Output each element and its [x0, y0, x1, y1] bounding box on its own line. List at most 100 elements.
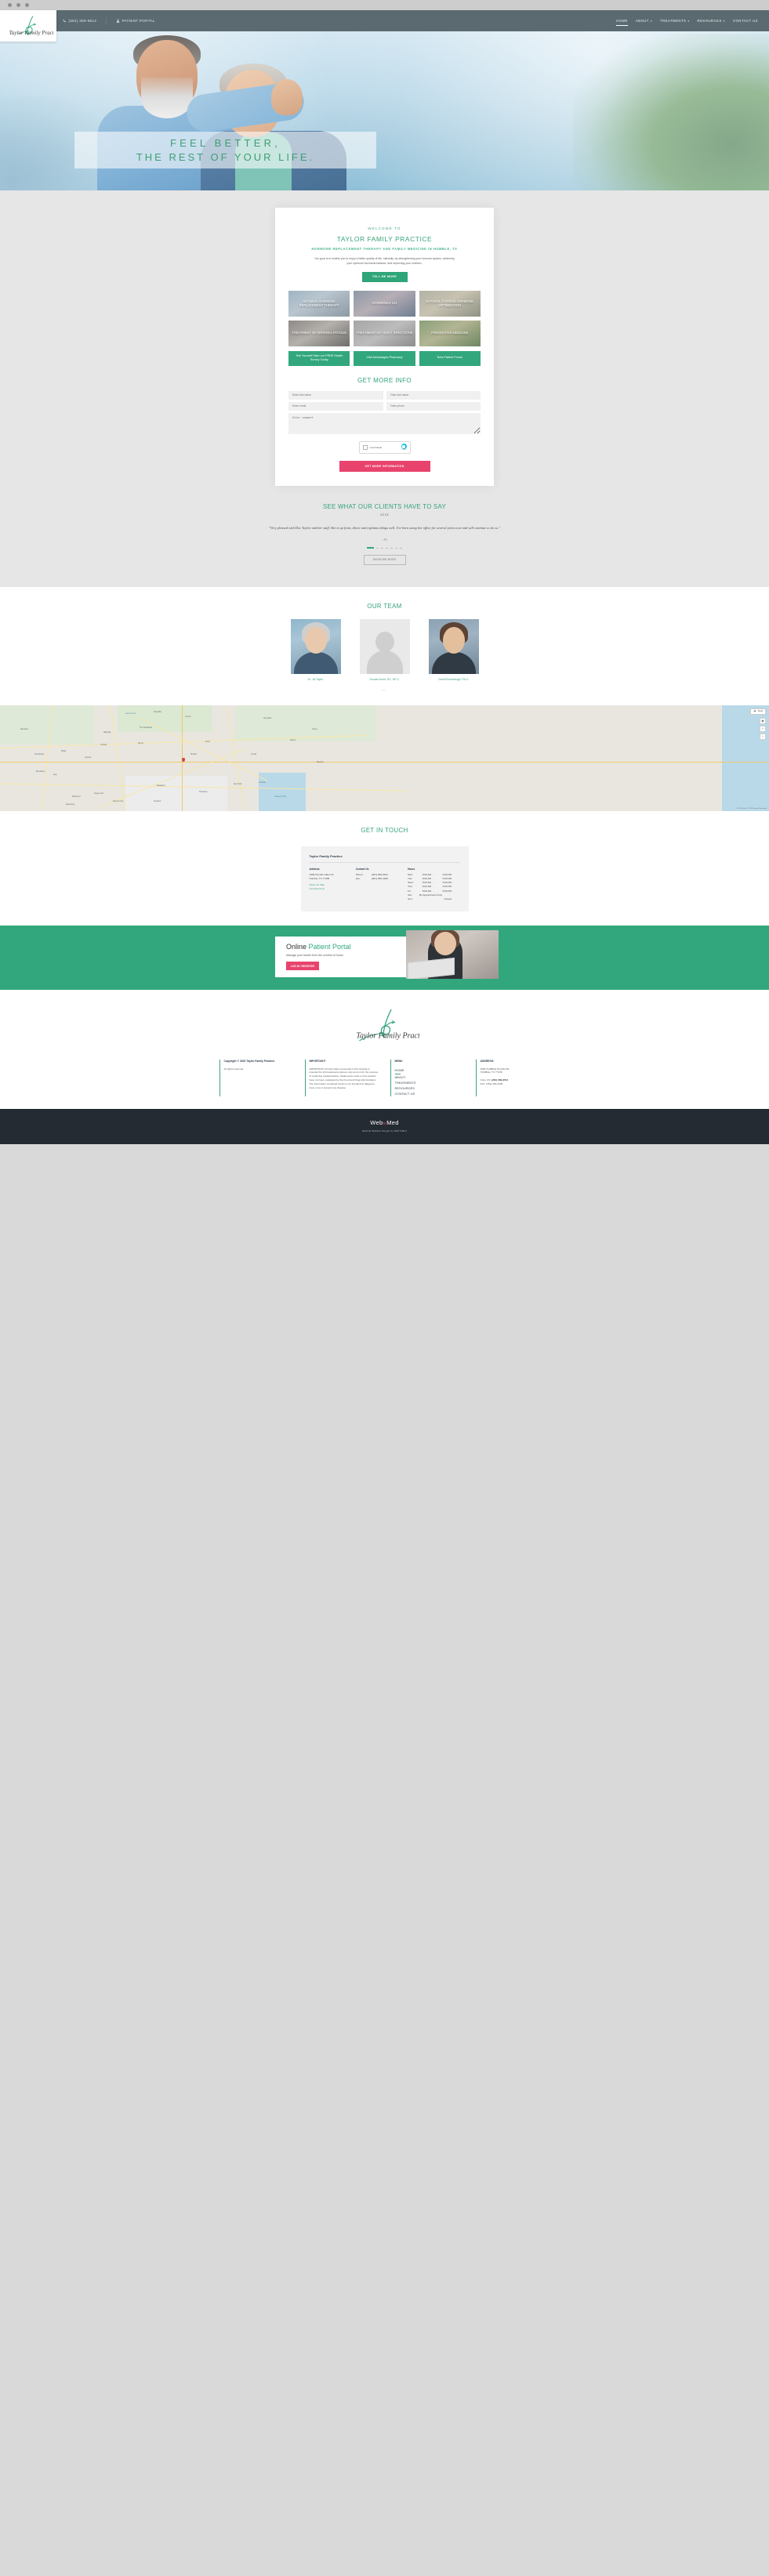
map-label: Hempstead	[34, 753, 44, 755]
window-close-dot[interactable]	[8, 3, 12, 7]
footer-call-label: CALL US:	[480, 1078, 492, 1082]
get-more-information-button[interactable]: GET MORE INFORMATION	[339, 460, 430, 472]
map-locate-button[interactable]: ◉	[760, 717, 766, 724]
captcha-label: I am human	[369, 445, 383, 449]
service-tile-yeast[interactable]: TREATMENT OF YEAST INFECTIONS	[354, 320, 415, 346]
team-member-name[interactable]: Dr. Jill Taylor	[291, 678, 341, 681]
tell-me-more-button[interactable]: TELL ME MORE	[361, 272, 408, 282]
service-tile-label: TREATMENT OF ADRENAL FATIGUE	[292, 331, 347, 335]
welcome-eyebrow: WELCOME TO	[368, 226, 401, 230]
service-tile-thyroid[interactable]: NATURAL THYROID HORMONE OPTIMIZATION	[419, 290, 481, 317]
show-me-more-button[interactable]: SHOW ME MORE	[363, 554, 406, 565]
map-label: Humble	[190, 753, 197, 755]
footer-link-contact-us[interactable]: CONTACT US	[395, 1091, 465, 1096]
team-member-name[interactable]: David Brumbaugh, PA-C	[429, 678, 479, 681]
hcaptcha-widget[interactable]: I am human hCaptcha	[358, 440, 411, 454]
service-tile-label: NATURAL HORMONE REPLACEMENT THERAPY	[299, 299, 339, 308]
team-pagination[interactable]: —	[0, 687, 769, 691]
map-label: Pearland	[154, 800, 161, 803]
nav-item-contact-us[interactable]: CONTACT US	[733, 16, 758, 25]
pagination-dot[interactable]	[376, 547, 379, 549]
map-label: Conroe	[185, 716, 191, 718]
header-divider	[106, 16, 107, 25]
map-label: Cleveland	[263, 717, 272, 719]
hours-column: Hours Mon: 8:00 AM -5:00 PM Tue: 8:00 AM -5:…	[408, 868, 459, 901]
map-label: Dayton	[290, 739, 296, 741]
pagination-dot[interactable]	[381, 547, 383, 549]
last-name-input[interactable]	[386, 390, 481, 400]
map-highway	[0, 761, 769, 763]
avatar	[290, 618, 341, 674]
nav-label-treatments: TREATMENTS	[660, 19, 687, 23]
hero-trees-decoration	[573, 34, 769, 190]
header-patient-portal-link[interactable]: PATIENT PORTAL	[116, 19, 155, 23]
browser-titlebar	[0, 0, 769, 10]
portal-title-accent: Patient Portal	[308, 942, 351, 951]
bottom-bar: WebtoMed Medical Website Design by WebTo…	[0, 1108, 769, 1144]
chevron-down-icon: ▾	[650, 19, 653, 23]
header-phone-text: (281) 369-9514	[68, 19, 97, 23]
captcha-checkbox[interactable]	[362, 444, 368, 450]
comment-textarea[interactable]	[288, 412, 481, 434]
nav-item-about[interactable]: ABOUT ▾	[636, 16, 652, 25]
phone-input[interactable]	[386, 401, 481, 411]
team-member-card[interactable]: Dr. Jill Taylor	[290, 618, 341, 681]
pagination-dot[interactable]	[386, 547, 388, 549]
window-minimize-dot[interactable]	[16, 3, 20, 7]
footer-fax-value: (281) 359-4208	[486, 1082, 503, 1086]
service-tile-adrenal[interactable]: TREATMENT OF ADRENAL FATIGUE	[288, 320, 350, 346]
pagination-dot[interactable]	[400, 547, 402, 549]
service-tile-hormones-101[interactable]: HORMONES 101	[354, 290, 415, 317]
footer-link-home[interactable]: HOME	[395, 1067, 465, 1074]
first-name-input[interactable]	[288, 390, 383, 400]
portal-login-register-button[interactable]: LOG IN / REGISTER	[286, 962, 319, 971]
get-directions-link[interactable]: Get Directions	[310, 887, 356, 891]
nav-item-treatments[interactable]: TREATMENTS ▾	[660, 16, 689, 25]
footer-link-treatments[interactable]: TREATMENTS	[395, 1080, 465, 1085]
map-label: La Porte	[259, 781, 266, 784]
advantages-pharmacy-button[interactable]: Visit Advantages Pharmacy	[354, 350, 415, 366]
service-tile-hrt[interactable]: NATURAL HORMONE REPLACEMENT THERAPY	[288, 290, 350, 317]
map-label: Rosenberg	[66, 803, 75, 806]
webtomed-brand[interactable]: WebtoMed	[0, 1119, 769, 1126]
testimonial-pagination[interactable]	[0, 547, 769, 549]
fax-label: Fax:	[355, 877, 361, 881]
window-maximize-dot[interactable]	[25, 3, 29, 7]
email-input[interactable]	[288, 401, 383, 411]
map-label: Sugar Land	[94, 792, 103, 795]
header-phone-link[interactable]: (281) 369-9514	[63, 19, 96, 23]
new-patient-forms-button[interactable]: New Patient Forms	[419, 350, 481, 366]
pagination-dot-active[interactable]	[367, 547, 374, 549]
nav-item-home[interactable]: HOME	[616, 16, 628, 26]
map-label: Waller	[61, 750, 67, 752]
footer-important-heading: IMPORTANT!	[309, 1059, 326, 1063]
site-header: Taylor Family Practice (281) 369-9514 PA…	[0, 10, 769, 42]
footer-link-resources[interactable]: RESOURCES	[395, 1085, 465, 1091]
footer-logo[interactable]: Taylor Family Practice	[350, 1007, 429, 1049]
brand-pre: Web	[370, 1118, 383, 1126]
team-member-name[interactable]: Donald Hund, DC, NP-C	[360, 678, 410, 681]
page-root: Taylor Family Practice (281) 369-9514 PA…	[0, 10, 769, 1144]
service-tile-preventive[interactable]: PREVENTIVE MEDICINE	[419, 320, 481, 346]
form-title: GET MORE INFO	[357, 376, 412, 384]
map-green-area	[0, 705, 94, 745]
map-label: Crosby	[251, 753, 257, 755]
team-member-card[interactable]: Donald Hund, DC, NP-C	[359, 618, 410, 681]
map-zoom-in-button[interactable]: +	[760, 725, 766, 732]
address-line2: Humble, TX 77338	[309, 877, 330, 881]
team-member-card[interactable]: David Brumbaugh, PA-C	[428, 618, 479, 681]
map-road-view-toggle[interactable]: Road	[750, 708, 766, 715]
health-survey-button[interactable]: Test Yourself Take our FREE Health Surve…	[288, 350, 350, 366]
footer-link-about[interactable]: ABOUT	[395, 1074, 465, 1080]
nav-item-resources[interactable]: RESOURCES ▾	[698, 16, 725, 25]
pagination-dot[interactable]	[395, 547, 397, 549]
footer-call-value[interactable]: (281) 369-9514	[492, 1078, 508, 1081]
location-map[interactable]: The Woodlands Conroe Spring Humble Tomba…	[0, 705, 769, 811]
nav-label-about: ABOUT	[635, 19, 649, 23]
footer-address-heading: ADDRESS:	[480, 1059, 495, 1063]
pagination-dot[interactable]	[390, 547, 393, 549]
map-zoom-out-button[interactable]: −	[760, 733, 766, 740]
map-label: Missouri City	[113, 800, 124, 803]
site-logo[interactable]: Taylor Family Practice	[0, 10, 56, 42]
hero-banner: FEEL BETTER, THE REST OF YOUR LIFE.	[0, 10, 769, 190]
